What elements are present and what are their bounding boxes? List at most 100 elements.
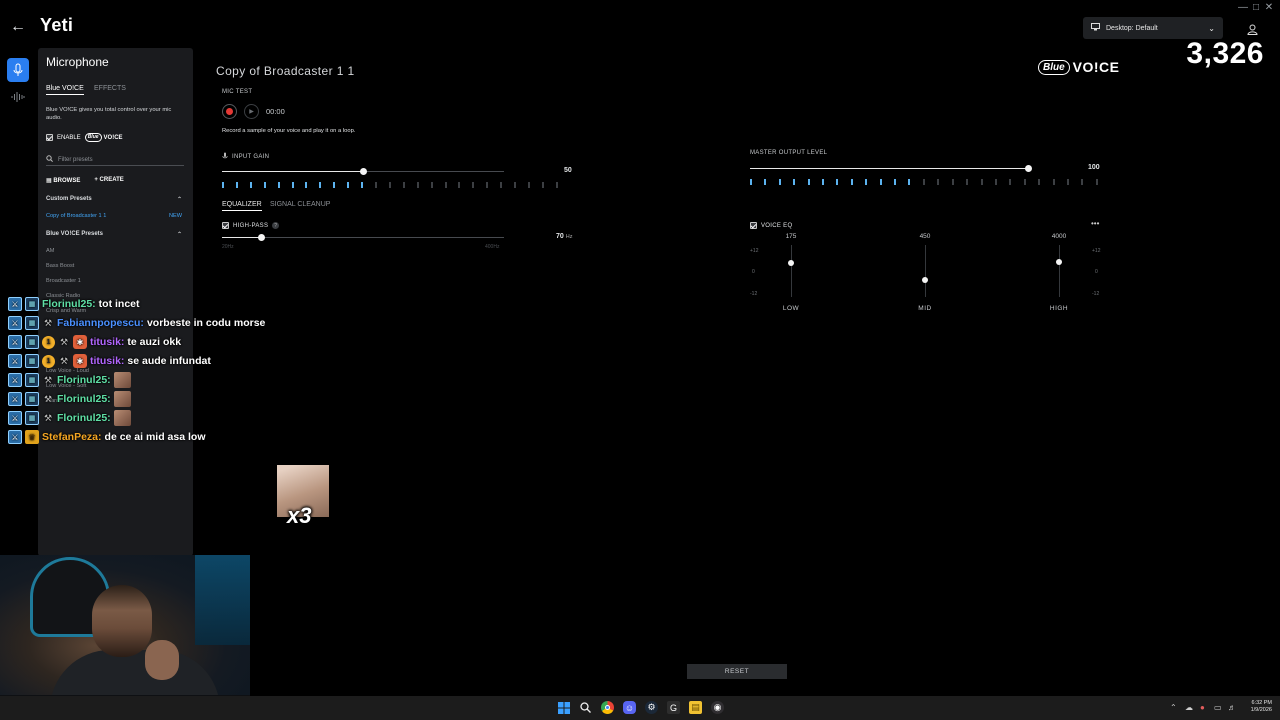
subscriber-badge-icon: ▦ — [25, 297, 39, 311]
meter-segment — [555, 182, 558, 188]
create-button[interactable]: + CREATE — [94, 177, 123, 184]
filter-presets-input[interactable]: Filter presets — [46, 154, 184, 166]
moderator-sword-icon: ⚔ — [8, 297, 22, 311]
moderator-sword-icon: ⚔ — [8, 335, 22, 349]
file-explorer-icon[interactable]: ▤ — [689, 701, 702, 714]
profile-dropdown[interactable]: Desktop: Default ⌄ — [1083, 17, 1223, 39]
chat-message: ⚔ ▦ ⚒ Florinul25: — [8, 410, 131, 426]
chevron-down-icon: ⌄ — [1208, 23, 1215, 33]
input-gain-slider[interactable] — [222, 168, 504, 175]
blue-voice-brand-logo: Blue VO!CE — [1038, 59, 1120, 75]
preset-item[interactable]: AM — [46, 248, 54, 254]
meter-segment — [922, 179, 925, 185]
chevron-up-icon: ⌃ — [176, 197, 182, 203]
chat-user: Florinul25: — [42, 298, 96, 310]
tray-speaker-icon[interactable]: ♬ — [1228, 703, 1236, 712]
eq-db-mid-right: 0 — [1095, 269, 1098, 275]
chat-text: te auzi okk — [127, 336, 182, 348]
sub-months-badge-icon: 1 — [42, 335, 55, 349]
tray-monitor-icon[interactable]: ▭ — [1214, 703, 1222, 712]
input-gain-knob[interactable] — [360, 168, 367, 175]
chat-user: Fabiannpopescu: — [57, 317, 144, 329]
preset-item-custom[interactable]: Copy of Broadcaster 1 1 NEW — [46, 213, 182, 219]
waveform-nav-icon[interactable] — [11, 90, 25, 108]
tab-blue-voice[interactable]: Blue VO!CE — [46, 85, 84, 95]
master-output-slider[interactable] — [750, 165, 1032, 172]
eq-db-top-right: +12 — [1092, 248, 1101, 254]
meter-segment — [263, 182, 266, 188]
highpass-row[interactable]: HIGH-PASS ? — [222, 222, 280, 229]
tray-network-icon[interactable]: ☁ — [1185, 703, 1193, 712]
enable-checkbox[interactable] — [46, 134, 53, 141]
back-arrow-icon[interactable]: ← — [10, 18, 26, 36]
close-button[interactable]: ✕ — [1262, 2, 1276, 13]
eq-mid-slider[interactable] — [922, 245, 928, 297]
moderator-sword-icon: ⚔ — [8, 392, 22, 406]
help-icon[interactable]: ? — [272, 222, 280, 229]
gift-badge-icon: ✱ — [73, 354, 87, 368]
discord-icon[interactable]: ☺ — [623, 701, 636, 714]
meter-segment — [472, 182, 475, 188]
emote-combo-count: x3 — [287, 503, 312, 528]
mic-test-timer: 00:00 — [266, 107, 285, 116]
more-options-icon[interactable]: ••• — [1091, 219, 1099, 228]
crown-badge-icon: ♛ — [25, 430, 39, 444]
preset-item[interactable]: Broadcaster 1 — [46, 278, 81, 284]
profile-label: Desktop: Default — [1106, 24, 1158, 32]
eq-low-slider[interactable] — [788, 245, 794, 297]
enable-voice-row[interactable]: ENABLE Blue VO!CE — [46, 133, 123, 142]
preset-item[interactable]: Bass Boost — [46, 263, 74, 269]
play-icon: ▶ — [249, 109, 254, 115]
microphone-icon — [222, 152, 228, 162]
eq-high-knob[interactable] — [1056, 259, 1062, 265]
microphone-nav-icon[interactable] — [7, 58, 29, 82]
highpass-value: 70 Hz — [556, 233, 573, 240]
tray-chevron-up-icon[interactable]: ⌃ — [1170, 703, 1177, 712]
subscriber-badge-icon: ▦ — [25, 354, 39, 368]
voice-eq-row[interactable]: VOICE EQ — [750, 222, 792, 229]
minimize-button[interactable]: — — [1236, 2, 1250, 13]
tab-equalizer[interactable]: EQUALIZER — [222, 201, 262, 211]
eq-low-knob[interactable] — [788, 260, 794, 266]
chrome-icon[interactable] — [601, 701, 614, 714]
tab-signal-cleanup[interactable]: SIGNAL CLEANUP — [270, 201, 330, 208]
taskbar-clock[interactable]: 6:32 PM 1/9/2026 — [1244, 700, 1272, 714]
meter-segment — [416, 182, 419, 188]
chat-message: ⚔ ▦ ⚒ Florinul25: — [8, 372, 131, 388]
steam-icon[interactable]: ⚙ — [645, 701, 658, 714]
meter-segment — [937, 179, 940, 185]
maximize-button[interactable]: □ — [1249, 2, 1263, 13]
webcam-background-light — [195, 555, 250, 645]
chat-message: ⚔ ▦ Florinul25: tot incet — [8, 296, 140, 312]
eq-high-slider[interactable] — [1056, 245, 1062, 297]
browse-create-row: ▦ BROWSE + CREATE — [46, 177, 124, 184]
meter-segment — [388, 182, 391, 188]
grid-icon: ▦ — [46, 178, 52, 184]
voice-eq-checkbox[interactable] — [750, 222, 757, 229]
moderator-sword-icon: ⚔ — [8, 411, 22, 425]
reset-button[interactable]: RESET — [687, 664, 787, 679]
chat-text: de ce ai mid asa low — [104, 431, 206, 443]
meter-segment — [836, 179, 839, 185]
eq-mid-knob[interactable] — [922, 277, 928, 283]
blue-presets-header[interactable]: Blue VO!CE Presets ⌃ — [46, 231, 182, 238]
tray-mic-icon[interactable]: ● — [1200, 703, 1205, 712]
obs-icon[interactable]: ◉ — [711, 701, 724, 714]
logitech-g-icon[interactable]: G — [667, 701, 680, 714]
search-icon[interactable] — [579, 701, 592, 714]
chat-text: se aude infundat — [127, 355, 211, 367]
highpass-slider[interactable] — [222, 234, 504, 241]
master-output-knob[interactable] — [1025, 165, 1032, 172]
windows-start-icon[interactable] — [557, 701, 570, 714]
record-button[interactable] — [222, 104, 237, 119]
sub-months-badge-icon: 1 — [42, 354, 55, 368]
tab-effects[interactable]: EFFECTS — [94, 85, 126, 92]
play-button[interactable]: ▶ — [244, 104, 259, 119]
panel-title: Microphone — [46, 55, 109, 69]
custom-presets-header[interactable]: Custom Presets ⌃ — [46, 196, 182, 203]
moderator-sword-icon: ⚔ — [8, 373, 22, 387]
highpass-checkbox[interactable] — [222, 222, 229, 229]
eq-high-freq: 4000 — [1051, 233, 1067, 240]
browse-button[interactable]: ▦ BROWSE — [46, 177, 80, 184]
highpass-knob[interactable] — [258, 234, 265, 241]
